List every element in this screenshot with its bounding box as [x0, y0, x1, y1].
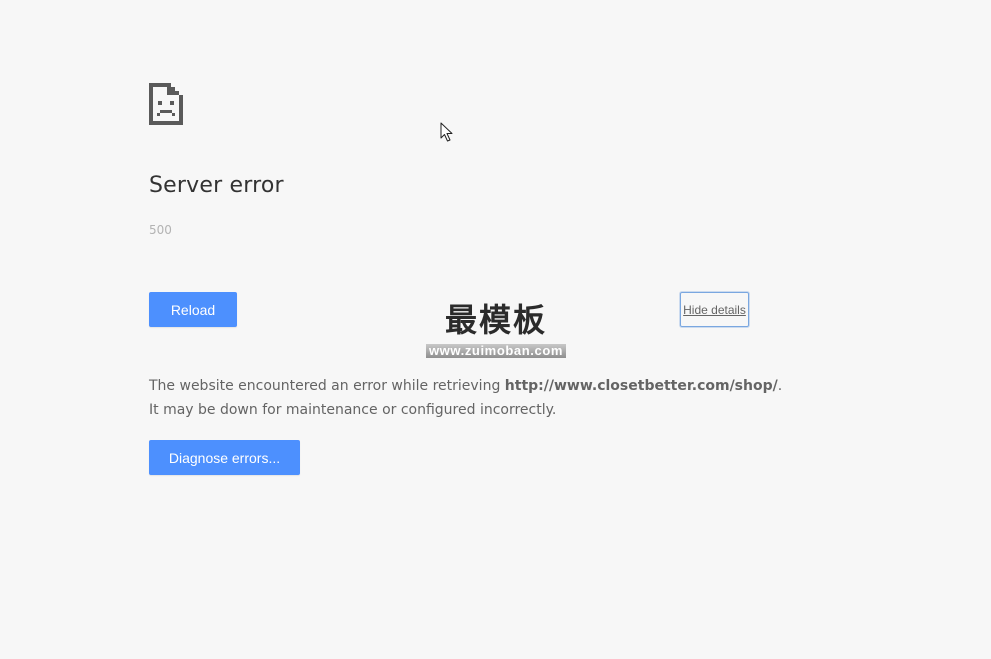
watermark-url: www.zuimoban.com	[425, 344, 567, 358]
watermark-title: 最模板	[444, 301, 547, 339]
watermark: 最模板 www.zuimoban.com	[421, 300, 571, 359]
details-line-2: It may be down for maintenance or config…	[149, 402, 557, 418]
sad-page-icon	[149, 83, 183, 125]
reload-button[interactable]: Reload	[149, 292, 237, 327]
hide-details-button[interactable]: Hide details	[680, 292, 749, 327]
page-title: Server error	[149, 173, 284, 198]
details-suffix: .	[777, 378, 783, 394]
failed-url: http://www.closetbetter.com/shop/	[504, 378, 778, 394]
mouse-cursor-icon	[440, 122, 453, 142]
details-prefix: The website encountered an error while r…	[149, 378, 505, 394]
error-page: Server error 500 Reload Hide details 最模板…	[0, 0, 991, 659]
error-code: 500	[149, 223, 172, 237]
details-line-1: The website encountered an error while r…	[149, 374, 789, 398]
error-details: The website encountered an error while r…	[149, 374, 789, 422]
diagnose-errors-button[interactable]: Diagnose errors...	[149, 440, 300, 475]
